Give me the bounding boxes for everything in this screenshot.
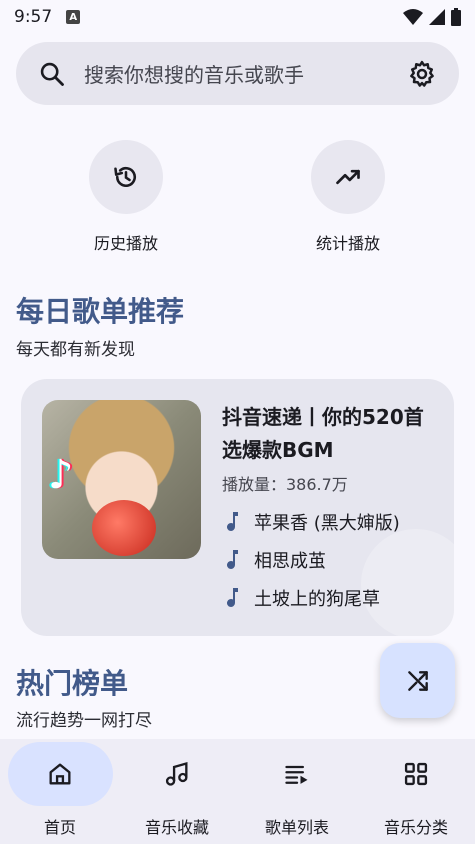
bottom-navigation: 首页 音乐收藏 歌单列表 音乐分类 bbox=[0, 739, 475, 844]
history-circle[interactable] bbox=[89, 140, 163, 214]
wifi-icon bbox=[403, 9, 423, 25]
home-icon bbox=[49, 763, 71, 785]
stats-play-label: 统计播放 bbox=[315, 234, 380, 253]
tiktok-logo-icon: ♪ bbox=[48, 452, 74, 498]
history-play-label: 历史播放 bbox=[93, 234, 158, 253]
nav-categories-pill[interactable] bbox=[364, 742, 469, 806]
daily-section-title: 每日歌单推荐 bbox=[16, 295, 185, 328]
nav-playlists-pill[interactable] bbox=[245, 742, 350, 806]
trending-up-icon bbox=[336, 169, 360, 185]
daily-playlist-card[interactable]: ♪ 抖音速递丨你的520首选爆款BGM 播放量：386.7万 苹果香 (黑大婶版… bbox=[21, 379, 454, 636]
nav-favorites[interactable]: 音乐收藏 bbox=[118, 739, 236, 844]
music-note-icon bbox=[222, 588, 244, 608]
grid-icon bbox=[404, 762, 428, 786]
nav-categories-label: 音乐分类 bbox=[383, 818, 448, 837]
search-icon[interactable] bbox=[38, 60, 66, 88]
status-time: 9:57 bbox=[14, 7, 53, 27]
nav-favorites-label: 音乐收藏 bbox=[144, 818, 209, 837]
song-title: 苹果香 (黑大婶版) bbox=[254, 513, 400, 534]
search-input[interactable]: 搜索你想搜的音乐或歌手 bbox=[84, 59, 407, 88]
nav-playlists[interactable]: 歌单列表 bbox=[238, 739, 356, 844]
ripple-effect bbox=[361, 529, 454, 636]
song-item[interactable]: 土坡上的狗尾草 bbox=[222, 585, 380, 611]
playlist-icon bbox=[285, 765, 308, 784]
hot-section-title: 热门榜单 bbox=[16, 667, 129, 700]
hot-section-subtitle: 流行趋势一网打尽 bbox=[16, 711, 152, 731]
music-note-icon bbox=[165, 761, 188, 786]
playlist-cover-image[interactable]: ♪ bbox=[42, 400, 201, 559]
nav-home-label: 首页 bbox=[43, 818, 76, 837]
nav-categories[interactable]: 音乐分类 bbox=[357, 739, 475, 844]
music-note-icon bbox=[222, 512, 244, 532]
music-note-icon bbox=[222, 550, 244, 570]
signal-icon bbox=[429, 9, 445, 25]
history-icon bbox=[114, 166, 136, 188]
nav-home[interactable]: 首页 bbox=[1, 739, 119, 844]
status-icons bbox=[403, 8, 461, 26]
nav-favorites-pill[interactable] bbox=[125, 742, 230, 806]
stats-circle[interactable] bbox=[311, 140, 385, 214]
history-play-button[interactable]: 历史播放 bbox=[51, 140, 201, 254]
battery-icon bbox=[451, 8, 461, 26]
gear-icon[interactable] bbox=[407, 59, 437, 89]
nav-playlists-label: 歌单列表 bbox=[264, 818, 329, 837]
stats-play-button[interactable]: 统计播放 bbox=[273, 140, 423, 254]
daily-section-subtitle: 每天都有新发现 bbox=[16, 340, 135, 360]
song-item[interactable]: 苹果香 (黑大婶版) bbox=[222, 509, 400, 535]
song-title: 相思成茧 bbox=[254, 551, 326, 572]
notification-badge: A bbox=[66, 10, 81, 24]
cover-fruit bbox=[92, 500, 156, 556]
song-item[interactable]: 相思成茧 bbox=[222, 547, 326, 573]
playlist-title[interactable]: 抖音速递丨你的520首选爆款BGM bbox=[222, 401, 442, 467]
search-bar[interactable]: 搜索你想搜的音乐或歌手 bbox=[16, 42, 459, 105]
status-bar: 9:57 A bbox=[0, 0, 475, 34]
playlist-play-count: 播放量：386.7万 bbox=[222, 475, 348, 494]
quick-actions: 历史播放 统计播放 bbox=[0, 140, 475, 253]
nav-home-pill[interactable] bbox=[7, 742, 113, 806]
song-title: 土坡上的狗尾草 bbox=[254, 589, 380, 610]
shuffle-fab[interactable] bbox=[380, 643, 455, 718]
shuffle-icon bbox=[407, 670, 428, 691]
